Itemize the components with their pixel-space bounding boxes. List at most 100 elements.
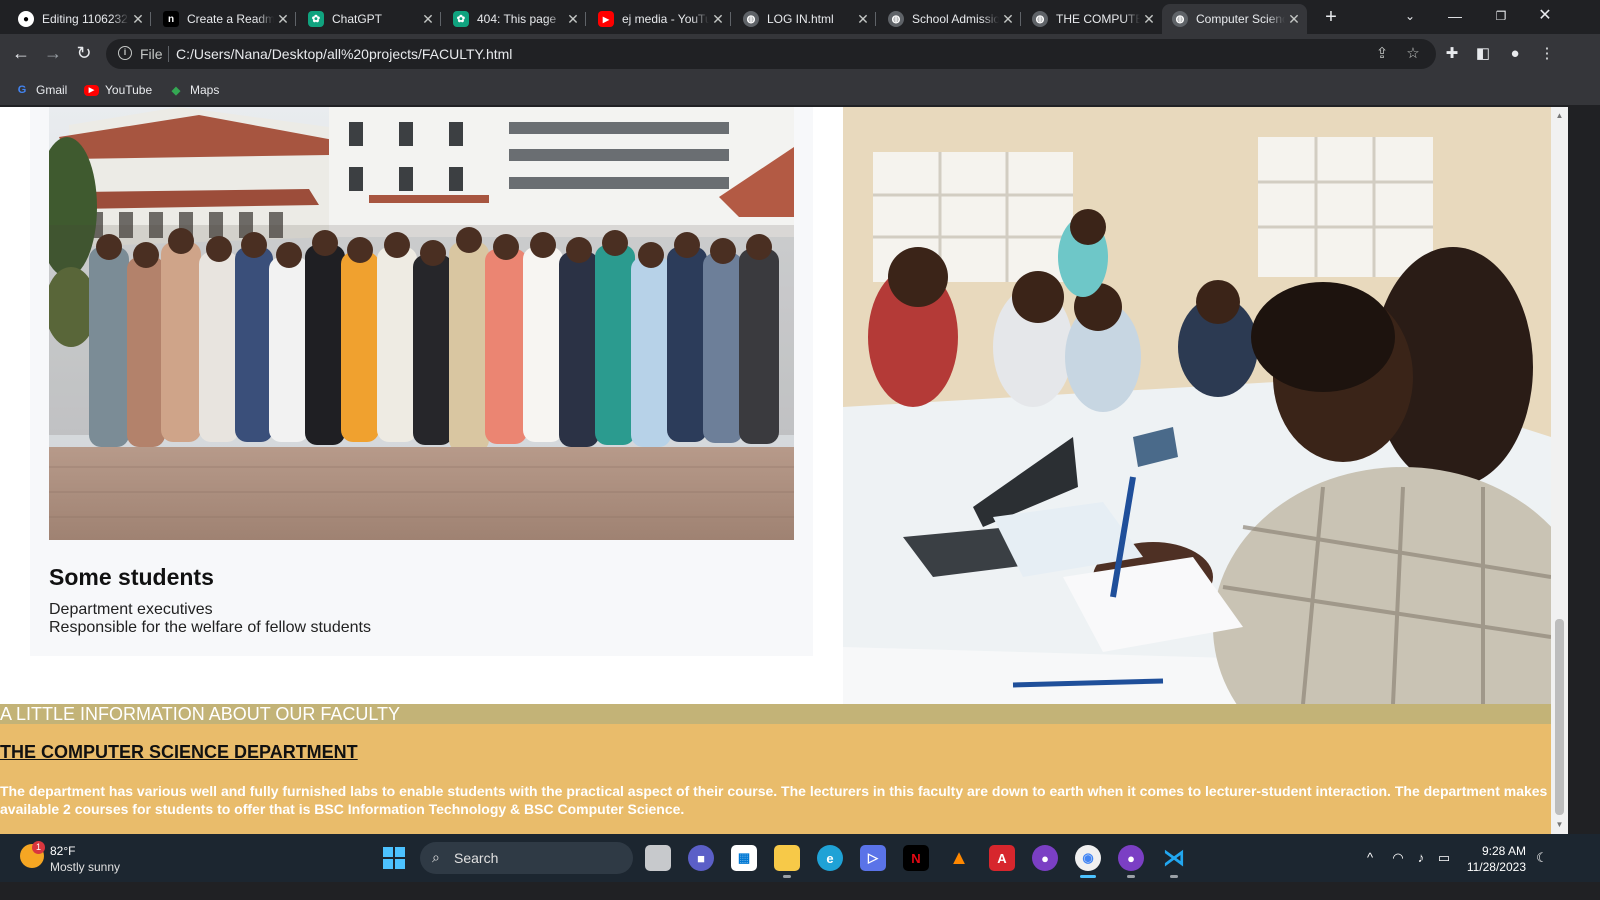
address-bar[interactable]: i File C:/Users/Nana/Desktop/all%20proje…: [106, 39, 1436, 69]
scroll-up-arrow-icon[interactable]: ▲: [1551, 109, 1568, 123]
bookmark-gmail[interactable]: G Gmail: [14, 80, 68, 100]
weather-description[interactable]: Mostly sunny: [50, 860, 120, 874]
url-text[interactable]: C:/Users/Nana/Desktop/all%20projects/FAC…: [176, 46, 512, 62]
tab-create-readme[interactable]: n Create a Readme ✕: [153, 4, 296, 34]
windows-start-icon[interactable]: [383, 847, 405, 869]
task-view-icon[interactable]: [645, 845, 671, 871]
notification-icon[interactable]: ☾: [1532, 848, 1552, 868]
tab-the-computer[interactable]: ◍ THE COMPUTER ✕: [1022, 4, 1162, 34]
menu-kebab-icon[interactable]: ⋮: [1536, 43, 1558, 65]
side-panel-icon[interactable]: ◧: [1472, 43, 1494, 65]
close-icon[interactable]: ✕: [1140, 11, 1158, 28]
restore-icon[interactable]: ❐: [1488, 4, 1514, 28]
search-icon: ⌕: [432, 849, 440, 865]
bookmark-maps[interactable]: ◆ Maps: [168, 80, 220, 100]
tab-login[interactable]: ◍ LOG IN.html ✕: [733, 4, 876, 34]
faculty-info-heading: A LITTLE INFORMATION ABOUT OUR FACULTY: [0, 704, 401, 724]
github-desktop-icon[interactable]: ●: [1118, 845, 1144, 878]
n-logo-icon: n: [163, 11, 179, 27]
bookmark-label: Gmail: [36, 83, 68, 97]
weather-temperature[interactable]: 82°F: [50, 844, 75, 858]
maps-icon: ◆: [171, 84, 181, 97]
close-icon[interactable]: ✕: [564, 11, 582, 28]
tab-title: ej media - YouTube: [622, 12, 709, 26]
vlc-icon[interactable]: ▲: [946, 845, 972, 871]
windows-taskbar: 1 82°F Mostly sunny ⌕ Search ■ ▦ e ▷ N ▲…: [0, 834, 1600, 882]
youtube-icon: ▶: [598, 11, 614, 27]
github-icon: ●: [18, 11, 34, 27]
battery-icon[interactable]: ▭: [1434, 848, 1454, 868]
back-arrow-icon[interactable]: ←: [8, 42, 34, 66]
classroom-photo-image: [843, 107, 1551, 704]
scroll-down-arrow-icon[interactable]: ▼: [1551, 818, 1568, 832]
scheme-label: File: [140, 46, 163, 62]
card-title: Some students: [49, 564, 214, 590]
faculty-info-header-strip: A LITTLE INFORMATION ABOUT OUR FACULTY: [0, 704, 1551, 724]
edge-browser-icon[interactable]: e: [817, 845, 843, 871]
students-group-photo-image: [49, 107, 794, 540]
close-icon[interactable]: ✕: [854, 11, 872, 28]
new-tab-button[interactable]: +: [1318, 6, 1344, 30]
globe-icon: ◍: [888, 11, 904, 27]
cortana-icon[interactable]: ▷: [860, 845, 886, 871]
tab-school-admission[interactable]: ◍ School Admission ✕: [878, 4, 1021, 34]
share-icon[interactable]: ⇪: [1372, 44, 1392, 64]
microsoft-store-icon[interactable]: ▦: [731, 845, 757, 871]
close-icon[interactable]: ✕: [129, 11, 147, 28]
department-title: THE COMPUTER SCIENCE DEPARTMENT: [0, 742, 358, 762]
student-card: Some students Department executives Resp…: [30, 107, 813, 656]
minimize-icon[interactable]: —: [1442, 4, 1468, 28]
bookmark-label: Maps: [190, 83, 220, 97]
globe-icon: ◍: [1172, 11, 1188, 27]
tab-chatgpt[interactable]: ✿ ChatGPT ✕: [298, 4, 441, 34]
page-viewport: Some students Department executives Resp…: [0, 107, 1568, 834]
clock-date[interactable]: 11/28/2023: [1462, 860, 1526, 874]
close-icon[interactable]: ✕: [1285, 11, 1303, 28]
vscode-icon[interactable]: ⋊: [1161, 845, 1187, 878]
tab-title: LOG IN.html: [767, 12, 834, 26]
close-icon[interactable]: ✕: [999, 11, 1017, 28]
volume-icon[interactable]: ♪: [1411, 848, 1431, 868]
bookmark-youtube[interactable]: ▶ YouTube: [84, 80, 152, 100]
clock-time[interactable]: 9:28 AM: [1470, 844, 1526, 858]
close-icon[interactable]: ✕: [274, 11, 292, 28]
classroom-photo: [843, 107, 1551, 704]
info-icon[interactable]: i: [118, 46, 132, 60]
students-group-photo: [49, 107, 794, 540]
acrobat-icon[interactable]: A: [989, 845, 1015, 871]
netflix-icon[interactable]: N: [903, 845, 929, 871]
close-window-icon[interactable]: ✕: [1532, 4, 1558, 28]
tab-search-chevron-icon[interactable]: ⌄: [1398, 4, 1422, 28]
close-icon[interactable]: ✕: [419, 11, 437, 28]
chrome-icon[interactable]: ◉: [1075, 845, 1101, 878]
file-explorer-icon[interactable]: [774, 845, 800, 878]
omnibox-divider: [168, 46, 169, 62]
profile-icon[interactable]: ●: [1504, 43, 1526, 65]
tab-404[interactable]: ✿ 404: This page ✕: [443, 4, 586, 34]
close-icon[interactable]: ✕: [709, 11, 727, 28]
bookmarks-bar: G Gmail ▶ YouTube ◆ Maps: [0, 74, 1600, 106]
scrollbar-thumb[interactable]: [1555, 619, 1564, 815]
tab-title: ChatGPT: [332, 12, 383, 26]
tab-title: THE COMPUTER: [1056, 12, 1140, 26]
weather-notification-badge: 1: [32, 841, 45, 854]
tab-editing[interactable]: ● Editing 1106232 ✕: [8, 4, 151, 34]
extensions-icon[interactable]: ✚: [1441, 43, 1463, 65]
taskbar-search-box[interactable]: ⌕ Search: [420, 842, 633, 874]
tab-title: School Admission: [912, 12, 999, 26]
page-scrollbar[interactable]: ▲ ▼: [1551, 107, 1568, 834]
department-description: The department has various well and full…: [0, 783, 1548, 817]
github-desktop-icon[interactable]: ●: [1032, 845, 1058, 871]
globe-icon: ◍: [1032, 11, 1048, 27]
tab-computer-science[interactable]: ◍ Computer Science ✕: [1162, 4, 1307, 34]
tab-ej-media[interactable]: ▶ ej media - YouTube ✕: [588, 4, 731, 34]
forward-arrow-icon[interactable]: →: [40, 42, 66, 66]
reload-icon[interactable]: ↻: [71, 42, 97, 66]
teams-chat-icon[interactable]: ■: [688, 845, 714, 871]
tab-title: Create a Readme: [187, 12, 274, 26]
tray-chevron-icon[interactable]: ^: [1360, 848, 1380, 868]
google-icon: G: [17, 84, 27, 96]
wifi-icon[interactable]: ◠: [1388, 848, 1408, 868]
bookmark-star-icon[interactable]: ☆: [1403, 44, 1423, 64]
chatgpt-icon: ✿: [453, 11, 469, 27]
